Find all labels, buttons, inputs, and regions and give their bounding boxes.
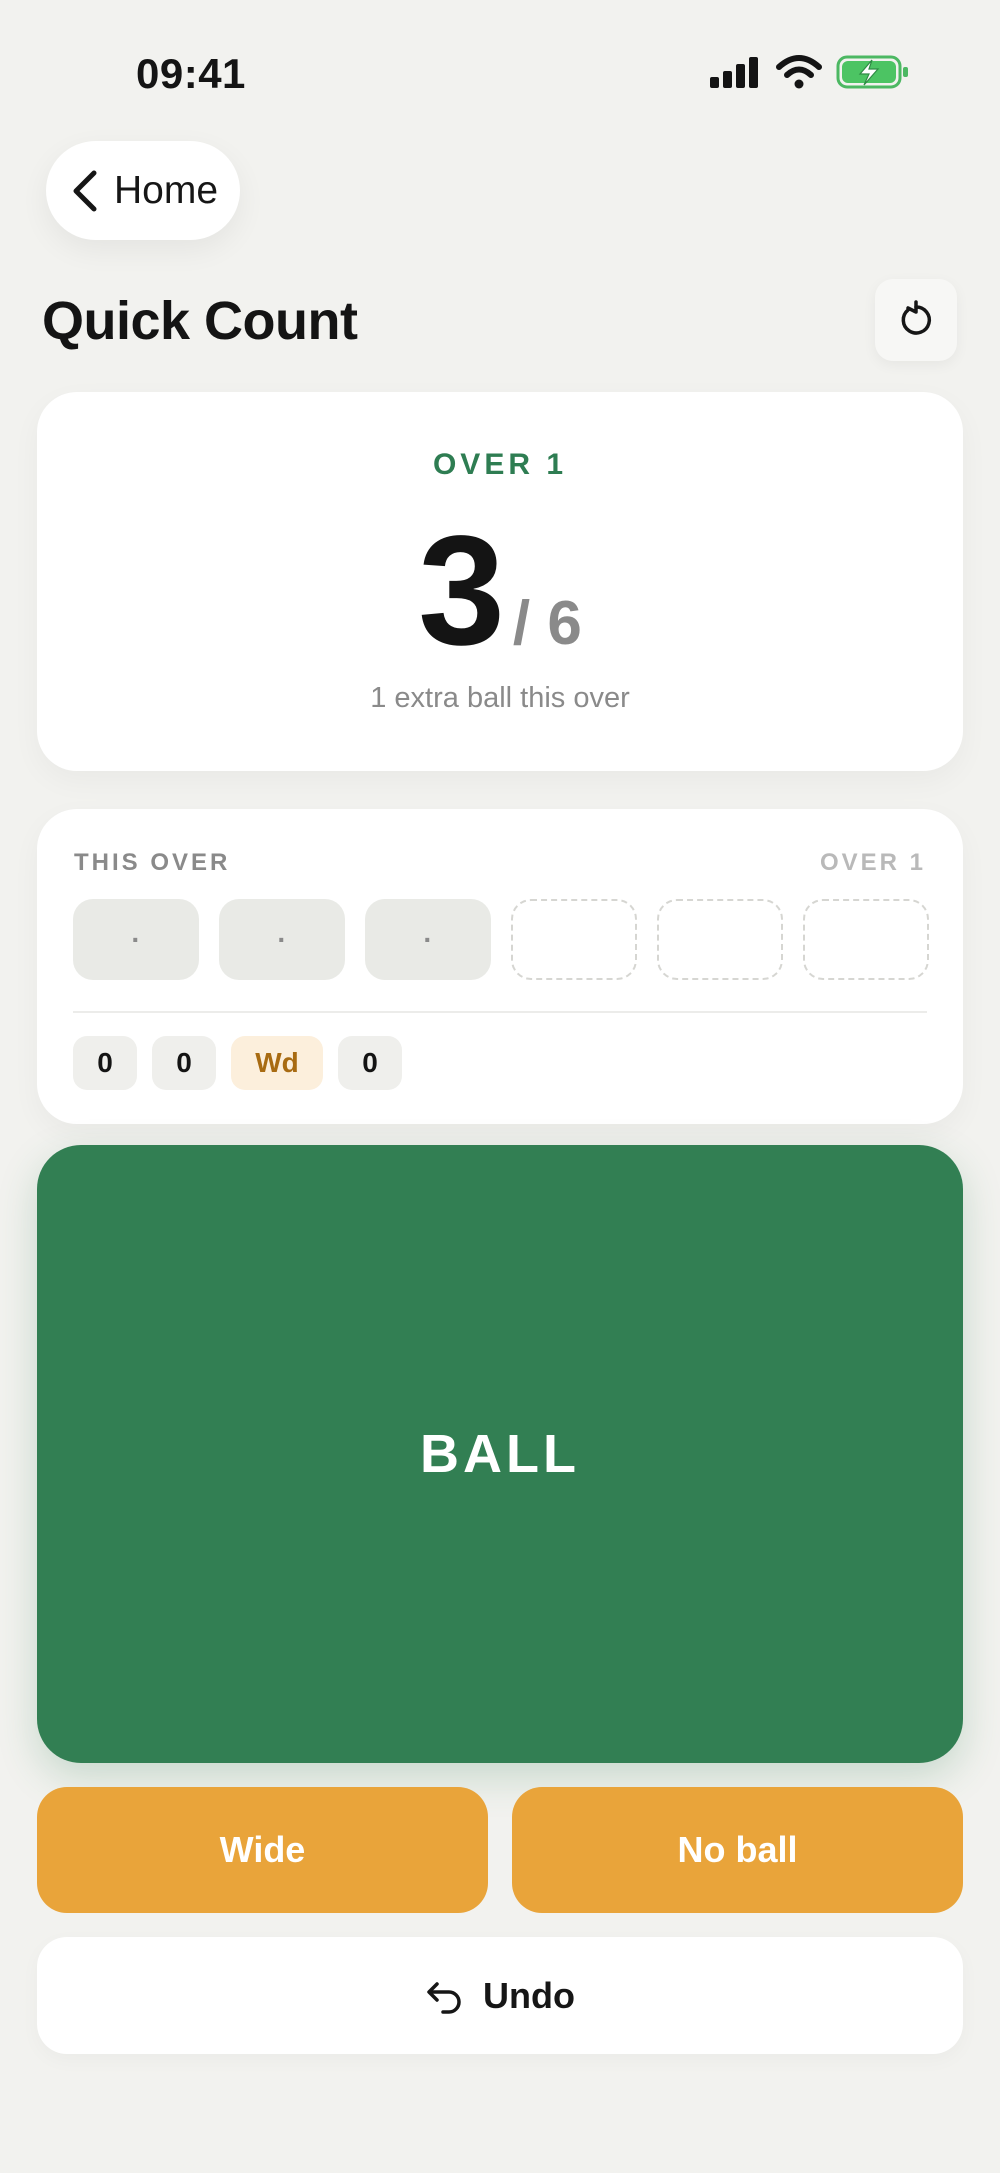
ball-slot: · — [219, 899, 345, 980]
ball-slots: · · · — [73, 899, 929, 980]
ball-slot: · — [73, 899, 199, 980]
battery-charging-icon — [836, 55, 908, 89]
this-over-number: OVER 1 — [819, 849, 926, 876]
ball-button[interactable]: BALL — [37, 1145, 963, 1763]
status-icons — [710, 52, 910, 92]
this-over-card: THIS OVER OVER 1 · · · 0 0 Wd 0 — [37, 809, 963, 1124]
back-button[interactable]: Home — [46, 141, 240, 240]
delivery-pill: 0 — [338, 1036, 402, 1090]
ball-slot-empty — [657, 899, 783, 980]
ball-slot-empty — [511, 899, 637, 980]
status-time: 09:41 — [136, 50, 246, 97]
ball-count: 3/ 6 — [37, 502, 963, 681]
balls-bowled-count: 3 — [418, 504, 505, 678]
divider — [73, 1011, 927, 1013]
status-bar: 09:41 — [0, 0, 1000, 120]
extra-ball-note: 1 extra ball this over — [370, 682, 630, 714]
undo-button[interactable]: Undo — [37, 1937, 963, 2054]
wifi-icon — [776, 55, 822, 89]
balls-per-over: / 6 — [512, 589, 582, 658]
ball-button-label: BALL — [420, 1424, 580, 1484]
ball-slot: · — [365, 899, 491, 980]
page-title: Quick Count — [42, 291, 358, 351]
wide-button[interactable]: Wide — [37, 1787, 488, 1913]
this-over-title: THIS OVER — [74, 849, 231, 876]
reset-icon — [901, 300, 932, 335]
ball-counter-card: OVER 1 3/ 6 1 extra ball this over — [37, 392, 963, 771]
no-ball-button[interactable]: No ball — [512, 1787, 963, 1913]
back-button-label: Home — [114, 168, 219, 212]
reset-button[interactable] — [875, 279, 957, 361]
undo-icon — [427, 1981, 461, 2014]
chevron-left-icon — [73, 170, 97, 211]
delivery-pill-wide: Wd — [231, 1036, 323, 1090]
ball-slot-empty — [803, 899, 929, 980]
current-over-label: OVER 1 — [432, 448, 568, 481]
delivery-pill: 0 — [73, 1036, 137, 1090]
undo-button-label: Undo — [483, 1974, 575, 2016]
cellular-signal-icon — [710, 57, 758, 88]
delivery-pill: 0 — [152, 1036, 216, 1090]
delivery-history: 0 0 Wd 0 — [73, 1036, 402, 1090]
